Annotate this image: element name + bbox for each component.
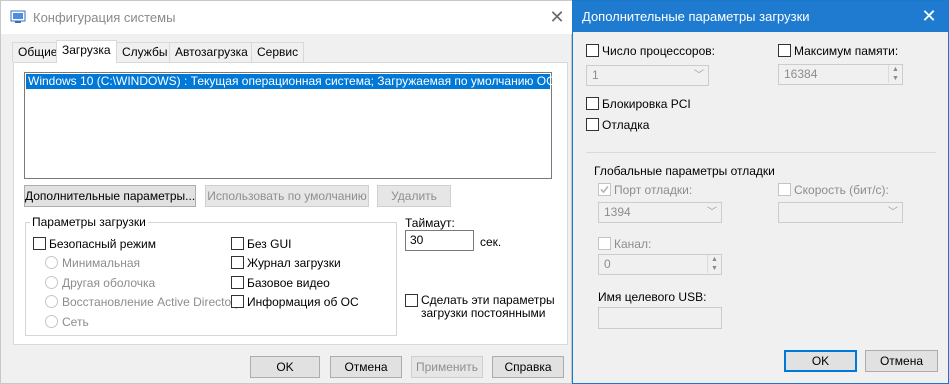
chevron-down-icon: ﹀ — [707, 207, 717, 218]
tab-boot[interactable]: Загрузка — [56, 40, 117, 63]
advanced-options-button[interactable]: Дополнительные параметры... — [24, 185, 196, 207]
debug-checkbox[interactable] — [586, 118, 599, 131]
boot-log-label: Журнал загрузки — [247, 256, 341, 270]
max-memory-label: Максимум памяти: — [794, 44, 899, 58]
title-bar: Конфигурация системы ✕ — [1, 1, 573, 34]
dialog-title: Дополнительные параметры загрузки — [582, 9, 810, 24]
boot-options-title: Параметры загрузки — [30, 215, 148, 229]
divider — [586, 152, 936, 153]
chevron-down-icon: ﹀ — [694, 70, 704, 81]
max-memory-spinner[interactable]: 16384 ▲ ▼ — [778, 64, 903, 85]
minimal-label: Минимальная — [62, 256, 141, 270]
timeout-label: Таймаут: — [405, 216, 455, 230]
ok-button[interactable]: OK — [250, 356, 320, 378]
no-gui-label: Без GUI — [247, 237, 292, 251]
os-info-label: Информация об ОС — [247, 295, 359, 309]
ad-repair-label: Восстановление Active Directory — [62, 295, 242, 309]
debug-port-select[interactable]: 1394 ﹀ — [598, 202, 722, 223]
baud-rate-checkbox[interactable] — [778, 183, 791, 196]
alternate-shell-label: Другая оболочка — [62, 276, 156, 290]
spin-down-icon[interactable]: ▼ — [707, 264, 721, 273]
num-processors-select[interactable]: 1 ﹀ — [586, 65, 709, 86]
global-debug-title: Глобальные параметры отладки — [594, 164, 775, 178]
timeout-unit: сек. — [480, 235, 502, 249]
alternate-shell-radio[interactable] — [45, 276, 58, 289]
ad-repair-radio[interactable] — [45, 295, 58, 308]
debug-label: Отладка — [602, 118, 650, 132]
channel-spinner[interactable]: 0 ▲ ▼ — [598, 254, 722, 275]
chevron-down-icon: ﹀ — [888, 207, 898, 218]
network-label: Сеть — [62, 315, 89, 329]
pci-lock-checkbox[interactable] — [586, 97, 599, 110]
dialog-title-bar: Дополнительные параметры загрузки ✕ — [573, 1, 948, 32]
baud-rate-label: Скорость (бит/с): — [794, 183, 889, 197]
tab-tools[interactable]: Сервис — [251, 42, 305, 62]
os-info-checkbox[interactable] — [231, 295, 244, 308]
debug-port-value: 1394 — [604, 205, 631, 219]
num-processors-value: 1 — [592, 68, 599, 82]
tab-startup[interactable]: Автозагрузка — [169, 42, 254, 62]
no-gui-checkbox[interactable] — [231, 237, 244, 250]
dialog-ok-button[interactable]: OK — [784, 350, 857, 372]
apply-button[interactable]: Применить — [411, 356, 483, 378]
network-radio[interactable] — [45, 315, 58, 328]
os-list-item[interactable]: Windows 10 (C:\WINDOWS) : Текущая операц… — [26, 74, 555, 89]
safe-mode-label: Безопасный режим — [49, 237, 156, 251]
safe-mode-checkbox[interactable] — [33, 237, 46, 250]
usb-target-label: Имя целевого USB: — [598, 290, 707, 304]
make-permanent-checkbox[interactable] — [405, 294, 418, 307]
timeout-input[interactable]: 30 — [405, 230, 474, 251]
spin-up-icon[interactable]: ▲ — [707, 255, 721, 264]
window-title: Конфигурация системы — [33, 10, 176, 25]
spin-up-icon[interactable]: ▲ — [888, 65, 902, 74]
num-processors-label: Число процессоров: — [602, 44, 715, 58]
spin-down-icon[interactable]: ▼ — [888, 74, 902, 83]
os-list[interactable]: Windows 10 (C:\WINDOWS) : Текущая операц… — [24, 72, 555, 179]
help-button[interactable]: Справка — [492, 356, 564, 378]
max-memory-checkbox[interactable] — [778, 44, 791, 57]
close-icon[interactable]: ✕ — [547, 7, 567, 27]
delete-button[interactable]: Удалить — [377, 185, 451, 207]
cancel-button[interactable]: Отмена — [330, 356, 402, 378]
minimal-radio[interactable] — [45, 256, 58, 269]
baud-rate-select[interactable]: ﹀ — [778, 202, 903, 223]
msconfig-app-icon — [10, 10, 26, 23]
usb-target-input[interactable] — [598, 307, 722, 329]
channel-checkbox[interactable] — [598, 237, 611, 250]
tab-services[interactable]: Службы — [116, 42, 174, 62]
debug-port-label: Порт отладки: — [614, 183, 693, 197]
base-video-checkbox[interactable] — [231, 276, 244, 289]
close-icon[interactable]: ✕ — [919, 6, 939, 26]
checkmark-icon — [600, 185, 609, 194]
base-video-label: Базовое видео — [247, 276, 330, 290]
advanced-boot-options-dialog: Дополнительные параметры загрузки ✕ Числ… — [572, 0, 949, 384]
num-processors-checkbox[interactable] — [586, 44, 599, 57]
boot-log-checkbox[interactable] — [231, 256, 244, 269]
make-permanent-label: Сделать эти параметры загрузки постоянны… — [421, 293, 555, 320]
system-config-window: Конфигурация системы ✕ Общие Загрузка Сл… — [0, 0, 573, 384]
dialog-cancel-button[interactable]: Отмена — [865, 350, 938, 372]
pci-lock-label: Блокировка PCI — [602, 97, 691, 111]
debug-port-checkbox[interactable] — [598, 183, 611, 196]
channel-label: Канал: — [614, 237, 652, 251]
max-memory-value: 16384 — [784, 67, 818, 81]
set-default-button[interactable]: Использовать по умолчанию — [205, 185, 369, 207]
channel-value: 0 — [604, 257, 611, 271]
